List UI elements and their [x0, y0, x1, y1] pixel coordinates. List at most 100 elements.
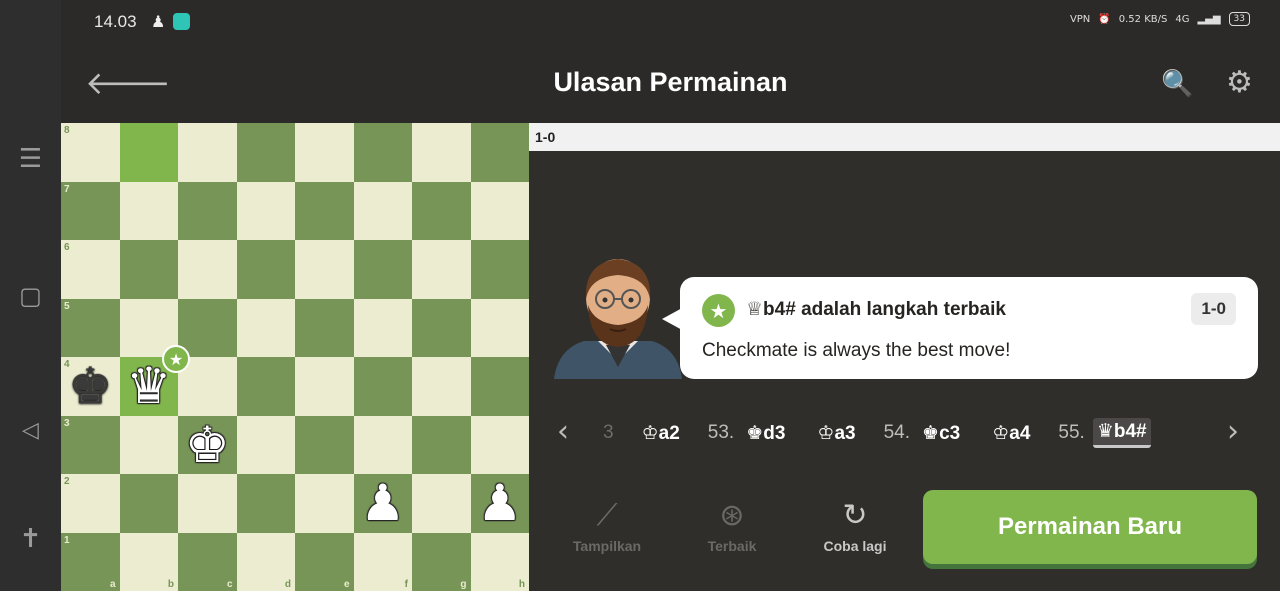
square-a1[interactable]: 1a: [61, 532, 120, 591]
move-item[interactable]: ♔a2: [638, 420, 684, 447]
square-h1[interactable]: h: [470, 532, 529, 591]
white-king-piece[interactable]: ♚: [178, 416, 237, 475]
square-d8[interactable]: [236, 123, 295, 182]
square-g8[interactable]: [412, 123, 471, 182]
square-f6[interactable]: [353, 240, 412, 299]
white-pawn-piece[interactable]: ♟: [471, 474, 530, 533]
square-e2[interactable]: [295, 474, 354, 533]
move-navigation: ‹ 3 ♔a2 53. ♚d3 ♔a3 54. ♚c3 ♔a4 55. ♛b4# ›: [529, 408, 1280, 458]
square-c2[interactable]: [178, 474, 237, 533]
square-g7[interactable]: [412, 181, 471, 240]
best-move-button[interactable]: ⊛ Terbaik: [672, 498, 792, 554]
white-pawn-piece[interactable]: ♟: [354, 474, 413, 533]
new-game-button[interactable]: Permainan Baru: [923, 490, 1257, 564]
square-h6[interactable]: [470, 240, 529, 299]
square-g2[interactable]: [412, 474, 471, 533]
square-h5[interactable]: [470, 298, 529, 357]
battery-icon: 33: [1228, 12, 1250, 26]
square-b6[interactable]: [119, 240, 178, 299]
square-e6[interactable]: [295, 240, 354, 299]
square-b8[interactable]: [119, 123, 178, 182]
square-d2[interactable]: [236, 474, 295, 533]
square-g4[interactable]: [412, 357, 471, 416]
square-f8[interactable]: [353, 123, 412, 182]
move-item[interactable]: ♔a3: [813, 420, 859, 447]
retry-button[interactable]: ↻ Coba lagi: [795, 498, 915, 554]
hint-button[interactable]: ⟋ Tampilkan: [547, 498, 667, 554]
square-f3[interactable]: [353, 415, 412, 474]
square-c8[interactable]: [178, 123, 237, 182]
rank-label: 5: [64, 300, 70, 312]
black-king-piece[interactable]: ♚: [61, 357, 120, 416]
move-item[interactable]: ♚c3: [918, 420, 964, 447]
move-item[interactable]: ♔a4: [988, 420, 1034, 447]
page-title: Ulasan Permainan: [553, 67, 788, 97]
square-d6[interactable]: [236, 240, 295, 299]
square-a2[interactable]: 2: [61, 474, 120, 533]
file-label: h: [518, 579, 525, 590]
chevron-right-icon[interactable]: ›: [1227, 414, 1239, 449]
evaluation-badge: 1-0: [1191, 293, 1236, 325]
square-a3[interactable]: 3: [61, 415, 120, 474]
square-h7[interactable]: [470, 181, 529, 240]
square-c1[interactable]: c: [178, 532, 237, 591]
move-item[interactable]: ♚d3: [742, 420, 789, 447]
square-f7[interactable]: [353, 181, 412, 240]
magnifier-analysis-icon[interactable]: 🔍: [1161, 69, 1193, 99]
recent-apps-icon[interactable]: ☰: [0, 144, 61, 174]
move-list[interactable]: 3 ♔a2 53. ♚d3 ♔a3 54. ♚c3 ♔a4 55. ♛b4#: [603, 418, 1151, 448]
current-move[interactable]: ♛b4#: [1092, 418, 1151, 448]
rank-label: 2: [64, 476, 70, 487]
square-f2[interactable]: ♟: [353, 474, 413, 533]
chess-board[interactable]: 8 7 6 5 4 ♚ ♛ ★ 3 ♚ 2 ♟ ♟ 1 a b c d e f g h: [61, 123, 529, 591]
square-e3[interactable]: [295, 415, 354, 474]
square-h3[interactable]: [470, 415, 529, 474]
bubble-title: ♕b4# adalah langkah terbaik: [746, 298, 1006, 321]
square-b7[interactable]: [119, 181, 178, 240]
square-g1[interactable]: g: [412, 532, 471, 591]
piece-glyph-icon: ♔: [992, 421, 1010, 444]
accessibility-icon[interactable]: ✝: [0, 524, 61, 554]
rank-label: 8: [64, 125, 70, 136]
move-san: a2: [658, 422, 680, 444]
home-icon[interactable]: ▢: [0, 282, 61, 310]
square-c5[interactable]: [178, 298, 237, 357]
square-b3[interactable]: [119, 415, 178, 474]
square-f4[interactable]: [353, 357, 412, 416]
square-c6[interactable]: [178, 240, 237, 299]
square-g5[interactable]: [412, 298, 471, 357]
gear-icon[interactable]: ⚙: [1226, 65, 1253, 100]
square-h4[interactable]: [470, 357, 529, 416]
square-d4[interactable]: [236, 357, 295, 416]
status-bar: 14.03 ♟ VPN ⏰ 0.52 KB/S 4G ▂▄▆ 33: [61, 0, 1280, 45]
square-e4[interactable]: [295, 357, 354, 416]
square-e1[interactable]: e: [295, 532, 354, 591]
square-h2[interactable]: ♟: [470, 474, 530, 533]
chevron-left-icon[interactable]: ‹: [557, 414, 569, 449]
square-d7[interactable]: [236, 181, 295, 240]
square-a7[interactable]: 7: [61, 181, 120, 240]
square-g6[interactable]: [412, 240, 471, 299]
square-e7[interactable]: [295, 181, 354, 240]
square-a8[interactable]: 8: [61, 123, 120, 182]
review-panel: 1-0 ★ ♕b4# adalah langkah terbaik 1-0 Ch…: [529, 123, 1280, 591]
square-e5[interactable]: [295, 298, 354, 357]
square-f5[interactable]: [353, 298, 412, 357]
square-a4[interactable]: 4 ♚: [61, 357, 120, 416]
square-e8[interactable]: [295, 123, 354, 182]
square-a6[interactable]: 6: [61, 240, 120, 299]
square-d3[interactable]: [236, 415, 295, 474]
square-a5[interactable]: 5: [61, 298, 120, 357]
back-nav-icon[interactable]: ◁: [0, 418, 61, 443]
square-b2[interactable]: [119, 474, 178, 533]
square-c3[interactable]: ♚: [178, 415, 237, 475]
square-f1[interactable]: f: [353, 532, 412, 591]
square-b1[interactable]: b: [119, 532, 178, 591]
square-d1[interactable]: d: [236, 532, 295, 591]
piece-glyph-icon: ♚: [922, 421, 940, 444]
square-d5[interactable]: [236, 298, 295, 357]
square-h8[interactable]: [470, 123, 529, 182]
square-b4[interactable]: ♛ ★: [119, 345, 190, 416]
square-c7[interactable]: [178, 181, 237, 240]
square-g3[interactable]: [412, 415, 471, 474]
